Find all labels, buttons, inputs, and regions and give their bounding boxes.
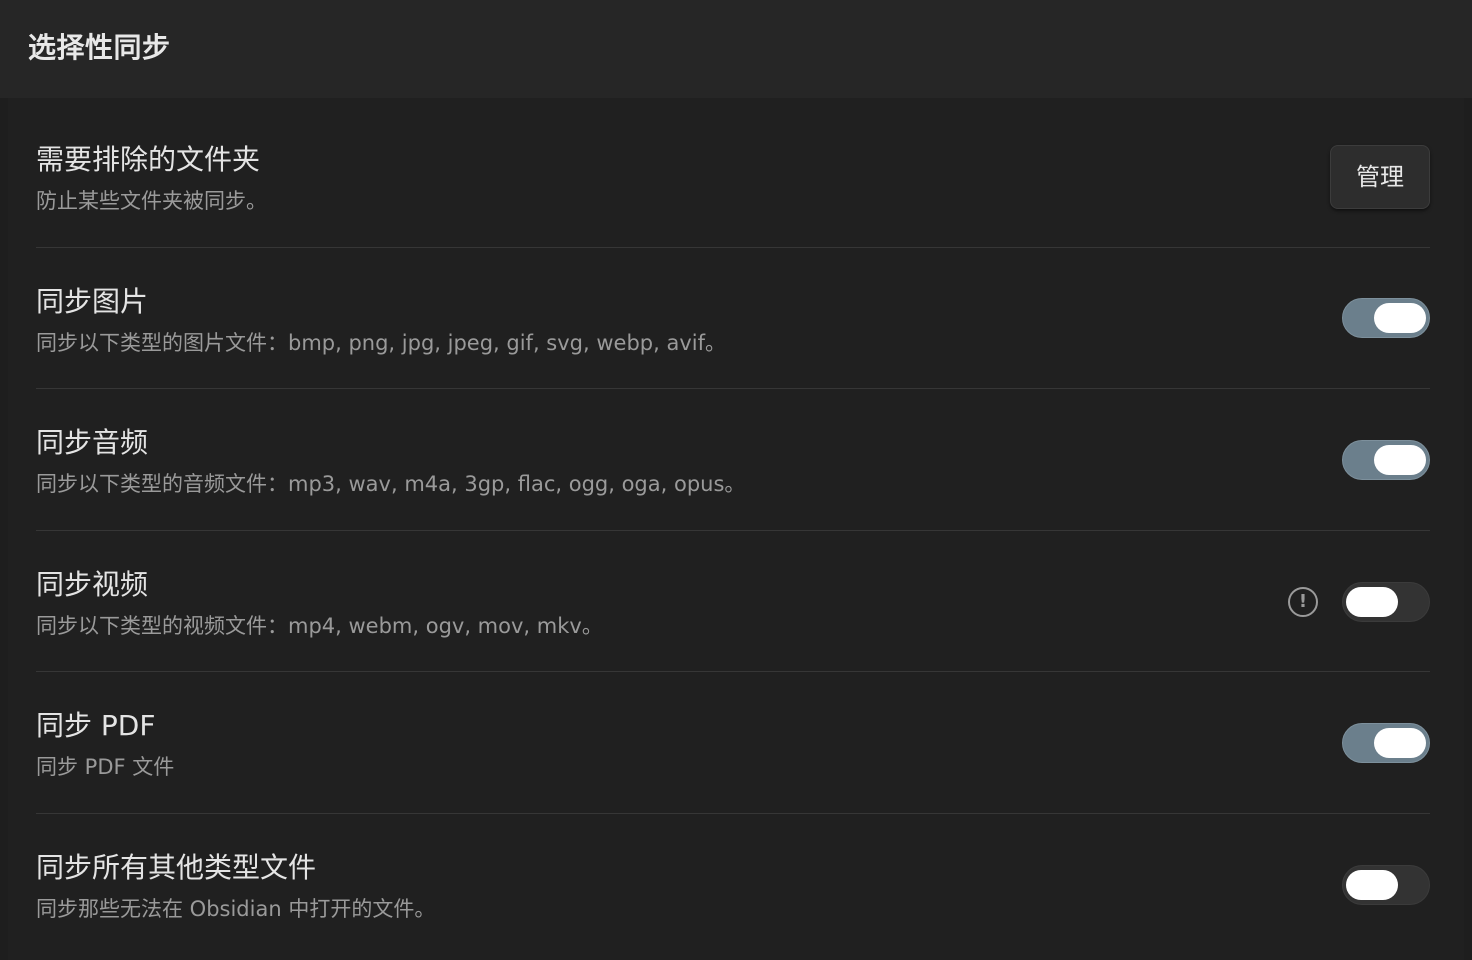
toggle-knob: [1374, 303, 1426, 333]
toggle-knob: [1374, 728, 1426, 758]
divider: [36, 388, 1430, 389]
sync-other-files-toggle[interactable]: [1342, 865, 1430, 905]
sync-audio-toggle[interactable]: [1342, 440, 1430, 480]
setting-description: 同步 PDF 文件: [36, 755, 175, 779]
setting-description: 同步那些无法在 Obsidian 中打开的文件。: [36, 897, 436, 921]
sync-images-toggle[interactable]: [1342, 298, 1430, 338]
setting-title: 同步音频: [36, 426, 149, 459]
setting-sync-audio: 同步音频 同步以下类型的音频文件：mp3, wav, m4a, 3gp, fla…: [36, 425, 1430, 497]
divider: [36, 813, 1430, 814]
divider: [36, 530, 1430, 531]
toggle-knob: [1374, 445, 1426, 475]
settings-panel: [8, 98, 1464, 960]
setting-title: 需要排除的文件夹: [36, 143, 261, 176]
toggle-knob: [1346, 587, 1398, 617]
setting-sync-pdf: 同步 PDF 同步 PDF 文件: [36, 708, 1430, 780]
setting-sync-images: 同步图片 同步以下类型的图片文件：bmp, png, jpg, jpeg, gi…: [36, 284, 1430, 356]
setting-title: 同步所有其他类型文件: [36, 851, 317, 884]
setting-title: 同步图片: [36, 285, 149, 318]
setting-title: 同步 PDF: [36, 709, 156, 742]
setting-title: 同步视频: [36, 568, 149, 601]
sync-video-toggle[interactable]: [1342, 582, 1430, 622]
setting-description: 同步以下类型的音频文件：mp3, wav, m4a, 3gp, flac, og…: [36, 472, 746, 496]
section-header: 选择性同步: [0, 0, 1472, 98]
divider: [36, 671, 1430, 672]
sync-pdf-toggle[interactable]: [1342, 723, 1430, 763]
alert-circle-icon[interactable]: !: [1288, 587, 1318, 617]
manage-button[interactable]: 管理: [1330, 145, 1430, 209]
setting-description: 同步以下类型的视频文件：mp4, webm, ogv, mov, mkv。: [36, 614, 603, 638]
setting-description: 同步以下类型的图片文件：bmp, png, jpg, jpeg, gif, sv…: [36, 331, 726, 355]
toggle-knob: [1346, 870, 1398, 900]
setting-excluded-folders: 需要排除的文件夹 防止某些文件夹被同步。 管理: [36, 142, 1430, 214]
divider: [36, 247, 1430, 248]
setting-sync-video: 同步视频 同步以下类型的视频文件：mp4, webm, ogv, mov, mk…: [36, 567, 1430, 639]
setting-sync-other-files: 同步所有其他类型文件 同步那些无法在 Obsidian 中打开的文件。: [36, 850, 1430, 922]
section-title: 选择性同步: [28, 31, 171, 64]
setting-description: 防止某些文件夹被同步。: [36, 189, 267, 213]
